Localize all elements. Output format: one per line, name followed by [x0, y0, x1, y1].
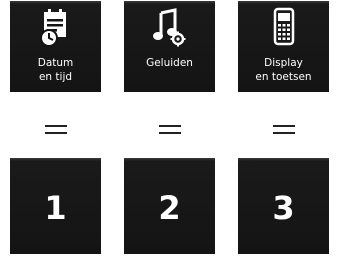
menu-tile-datum-en-tijd[interactable]: Datum en tijd	[10, 1, 101, 92]
menu-tile-display-en-toetsen[interactable]: Display en toetsen	[238, 1, 329, 92]
menu-tile-label: Geluiden	[146, 57, 193, 69]
music-note-gear-icon	[124, 7, 215, 47]
menu-tile-label: Datum en tijd	[37, 57, 74, 83]
handset-display-icon	[238, 7, 329, 47]
key-1[interactable]: 1	[10, 158, 101, 254]
equals-sign	[273, 125, 295, 135]
key-2[interactable]: 2	[124, 158, 215, 254]
menu-tile-geluiden[interactable]: Geluiden	[124, 1, 215, 92]
equals-sign	[159, 125, 181, 135]
calendar-clock-icon	[10, 7, 101, 47]
menu-tile-label: Display en toetsen	[255, 57, 312, 83]
equals-sign	[45, 125, 67, 135]
key-3[interactable]: 3	[238, 158, 329, 254]
